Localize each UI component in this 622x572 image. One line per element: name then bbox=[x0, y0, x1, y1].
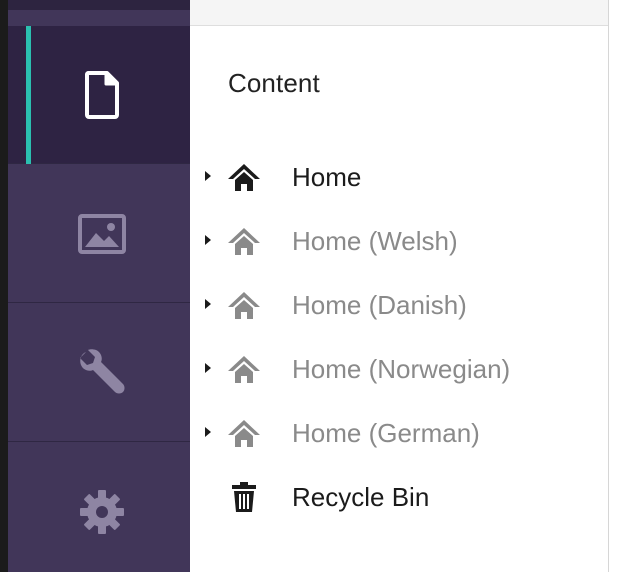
header-strip bbox=[190, 0, 608, 26]
trash-icon bbox=[226, 481, 262, 513]
sidebar-top-strip bbox=[8, 0, 190, 10]
home-icon bbox=[226, 225, 262, 257]
tree-node-label: Home (Norwegian) bbox=[292, 354, 511, 384]
tree-node-label: Home (German) bbox=[292, 418, 480, 448]
tree-node-home[interactable]: Home bbox=[190, 151, 608, 203]
content-tree-panel: Content Home Home (Welsh) Home (Danish) … bbox=[190, 26, 608, 572]
gear-icon bbox=[77, 483, 127, 541]
tree-node-label: Home (Welsh) bbox=[292, 226, 458, 256]
tree-node-home-welsh[interactable]: Home (Welsh) bbox=[190, 215, 608, 267]
app-window: Content Home Home (Welsh) Home (Danish) … bbox=[0, 0, 622, 572]
home-icon bbox=[226, 417, 262, 449]
wrench-icon bbox=[77, 344, 127, 402]
image-icon bbox=[77, 205, 127, 263]
edge-rail bbox=[0, 0, 8, 572]
expand-caret-icon[interactable] bbox=[202, 297, 214, 311]
expand-caret-icon[interactable] bbox=[202, 425, 214, 439]
tree-node-home-norwegian[interactable]: Home (Norwegian) bbox=[190, 343, 608, 395]
expand-caret-icon[interactable] bbox=[202, 233, 214, 247]
section-media[interactable] bbox=[8, 165, 190, 303]
document-icon bbox=[77, 66, 127, 124]
tree-node-recycle-bin[interactable]: Recycle Bin bbox=[190, 471, 608, 523]
tree-node-label: Recycle Bin bbox=[292, 482, 430, 512]
expand-caret-icon[interactable] bbox=[202, 169, 214, 183]
expand-caret-icon[interactable] bbox=[202, 361, 214, 375]
home-icon bbox=[226, 353, 262, 385]
section-settings[interactable] bbox=[8, 443, 190, 572]
sections-sidebar bbox=[8, 0, 190, 572]
section-content[interactable] bbox=[8, 26, 190, 164]
section-developer[interactable] bbox=[8, 304, 190, 442]
home-icon bbox=[226, 289, 262, 321]
tree-node-home-german[interactable]: Home (German) bbox=[190, 407, 608, 459]
tree-node-label: Home (Danish) bbox=[292, 290, 467, 320]
tree-node-label: Home bbox=[292, 162, 362, 192]
tree-node-home-danish[interactable]: Home (Danish) bbox=[190, 279, 608, 331]
home-icon bbox=[226, 161, 262, 193]
tree-title: Content bbox=[228, 68, 320, 98]
right-gutter bbox=[608, 0, 622, 572]
